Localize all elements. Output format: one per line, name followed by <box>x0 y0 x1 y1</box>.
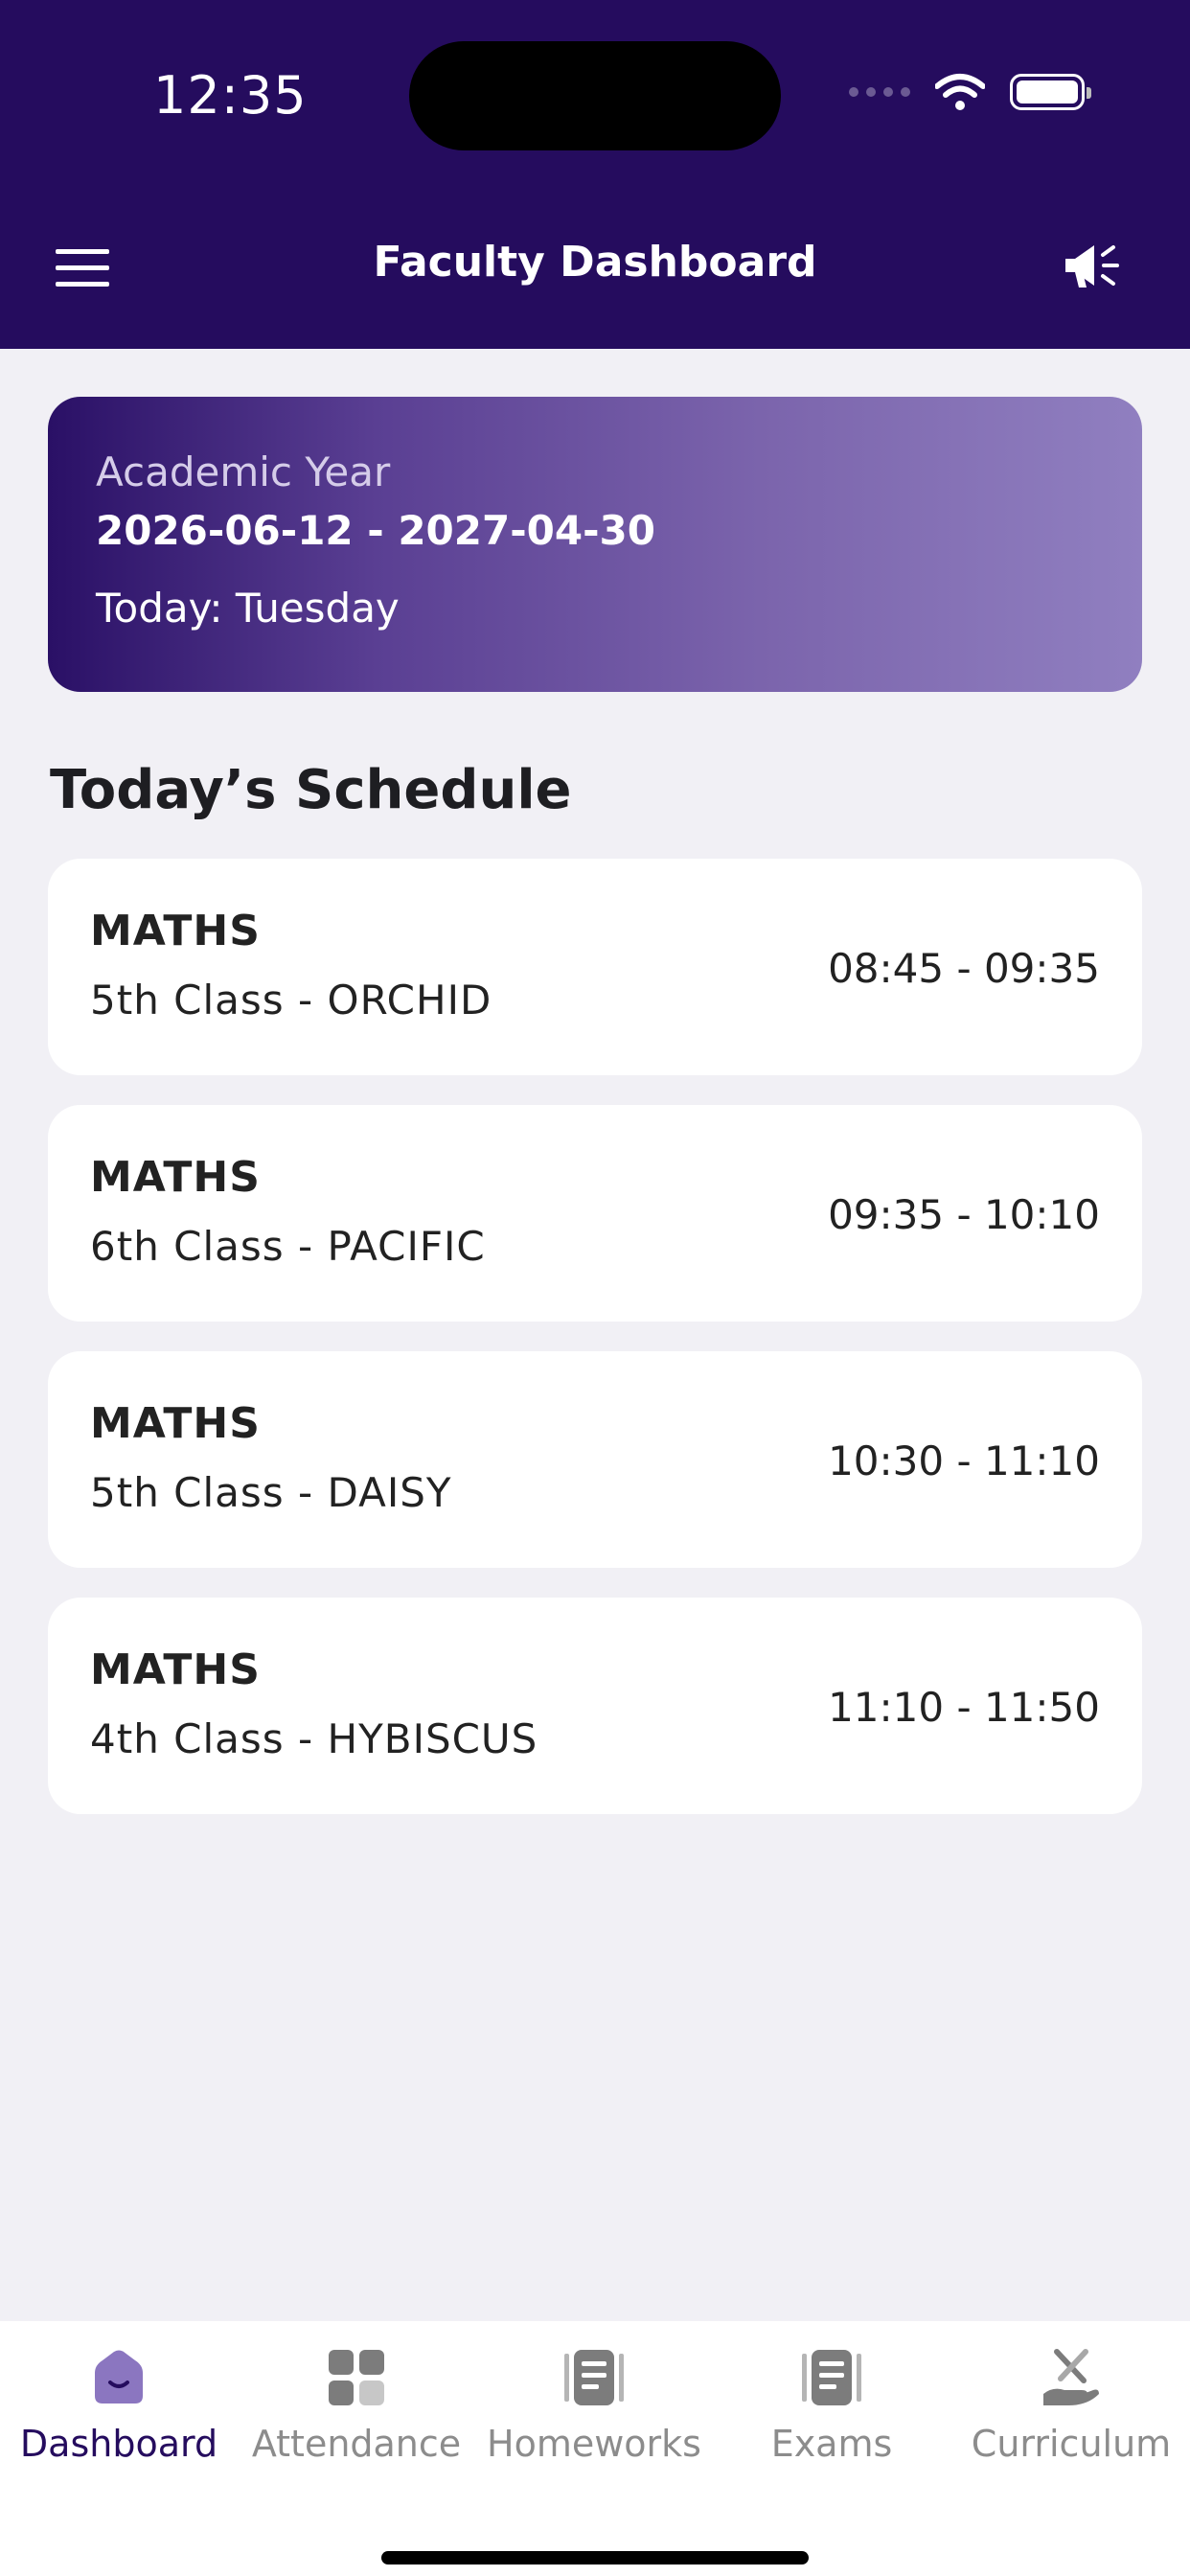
academic-year-label: Academic Year <box>96 448 391 495</box>
document-icon <box>802 2350 861 2405</box>
today-label: Today: Tuesday <box>96 585 400 632</box>
bottom-tab-bar: Dashboard Attendance Homeworks Exams Cur… <box>0 2321 1190 2576</box>
schedule-item[interactable]: MATHS 5th Class - ORCHID 08:45 - 09:35 <box>48 859 1142 1075</box>
home-indicator[interactable] <box>381 2551 809 2564</box>
schedule-time: 09:35 - 10:10 <box>828 1191 1100 1238</box>
schedule-time: 08:45 - 09:35 <box>828 945 1100 992</box>
app-header: 12:35 Faculty Dashboard <box>0 0 1190 349</box>
tab-label: Exams <box>770 2423 893 2465</box>
tab-label: Curriculum <box>971 2423 1172 2465</box>
academic-year-card: Academic Year 2026-06-12 - 2027-04-30 To… <box>48 397 1142 692</box>
tab-label: Dashboard <box>19 2423 218 2465</box>
schedule-item[interactable]: MATHS 5th Class - DAISY 10:30 - 11:10 <box>48 1351 1142 1568</box>
battery-icon <box>1010 74 1091 110</box>
tab-label: Homeworks <box>487 2423 701 2465</box>
status-time: 12:35 <box>153 65 308 126</box>
schedule-time: 11:10 - 11:50 <box>828 1684 1100 1731</box>
tab-label: Attendance <box>251 2423 462 2465</box>
tab-dashboard[interactable]: Dashboard <box>0 2346 238 2465</box>
tools-hand-icon <box>1043 2349 1099 2405</box>
grid-icon <box>329 2350 384 2405</box>
megaphone-icon[interactable] <box>1062 240 1123 293</box>
tab-homeworks[interactable]: Homeworks <box>475 2346 713 2465</box>
schedule-item[interactable]: MATHS 6th Class - PACIFIC 09:35 - 10:10 <box>48 1105 1142 1322</box>
dynamic-island <box>409 41 781 150</box>
document-icon <box>564 2350 624 2405</box>
page-title: Faculty Dashboard <box>373 238 817 287</box>
schedule-item[interactable]: MATHS 4th Class - HYBISCUS 11:10 - 11:50 <box>48 1598 1142 1814</box>
home-icon <box>95 2350 143 2404</box>
tab-attendance[interactable]: Attendance <box>238 2346 475 2465</box>
schedule-list: MATHS 5th Class - ORCHID 08:45 - 09:35 M… <box>48 859 1142 1844</box>
tab-exams[interactable]: Exams <box>713 2346 950 2465</box>
schedule-time: 10:30 - 11:10 <box>828 1438 1100 1484</box>
academic-year-range: 2026-06-12 - 2027-04-30 <box>96 507 655 554</box>
schedule-title: Today’s Schedule <box>50 759 572 821</box>
cellular-signal-icon <box>849 87 910 97</box>
wifi-icon <box>935 74 985 110</box>
status-indicators <box>849 73 1091 111</box>
tab-curriculum[interactable]: Curriculum <box>952 2346 1190 2465</box>
